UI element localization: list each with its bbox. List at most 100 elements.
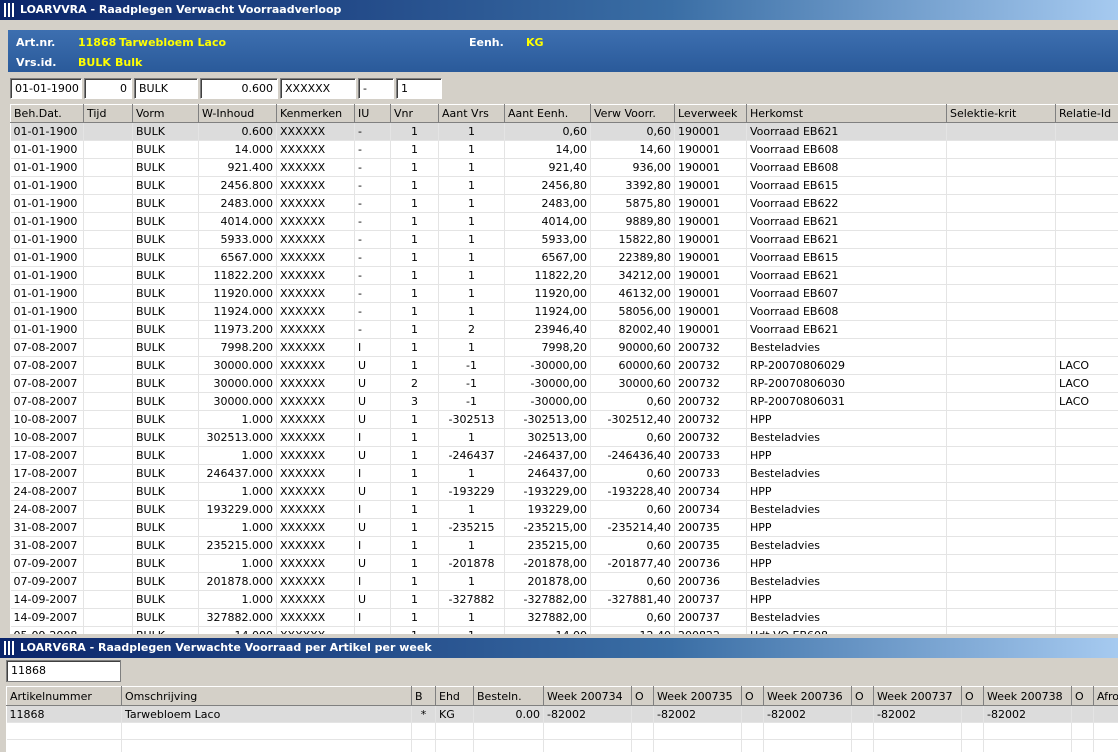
col-relatie-id-header[interactable]: Relatie-Id	[1055, 104, 1118, 123]
col-vorm-cell: BULK	[132, 518, 199, 537]
table-row[interactable]: 01-01-1900 BULK 11924.000 XXXXXX -1 1 11924,00…	[10, 302, 1118, 321]
article-number-input[interactable]: 11868	[6, 660, 121, 682]
col-relatie-id-cell	[1055, 464, 1118, 483]
table-row[interactable]: 01-01-1900 BULK 11920.000 XXXXXX -1 1 11920,00…	[10, 284, 1118, 303]
col-herkomst-cell: Voorraad EB608	[746, 302, 947, 321]
stock-forecast-grid[interactable]: Beh.Dat. Tijd Vorm W-Inhoud Kenmerken IU Vnr Aa…	[10, 104, 1118, 634]
col-b-cell: *	[411, 705, 436, 723]
col-aant-eenh-cell: -201878,00	[504, 554, 591, 573]
col-relatie-id-cell: LACO	[1055, 356, 1118, 375]
col-selektie-krit-header[interactable]: Selektie-krit	[946, 104, 1056, 123]
col-week-200734-header[interactable]: Week 200734	[543, 686, 632, 706]
col-tijd-cell	[83, 464, 133, 483]
col-leverweek-header[interactable]: Leverweek	[674, 104, 747, 123]
table-row[interactable]: 01-01-1900 BULK 11973.200 XXXXXX -1 2 23946,40…	[10, 320, 1118, 339]
table-row[interactable]: 10-08-2007 BULK 302513.000 XXXXXX I 1 1 302513,…	[10, 428, 1118, 447]
col-o-3-header[interactable]: O	[851, 686, 874, 706]
col-beh-dat-header[interactable]: Beh.Dat.	[10, 104, 84, 123]
table-row[interactable]: 11868 Tarwebloem Laco * KG 0.00 -82002 -82002-…	[6, 705, 1118, 723]
window-title-bar[interactable]: LOARVVRA - Raadplegen Verwacht Voorraadv…	[0, 0, 1118, 20]
window2-title-bar[interactable]: LOARV6RA - Raadplegen Verwachte Voorraad…	[0, 638, 1118, 658]
col-vnr-cell: 1	[390, 248, 439, 267]
col-kenmerken-cell: XXXXXX	[276, 446, 355, 465]
col-week-200735-header[interactable]: Week 200735	[653, 686, 742, 706]
col-artikelnummer-header[interactable]: Artikelnummer	[6, 686, 122, 706]
table-row[interactable]: 07-08-2007 BULK 30000.000 XXXXXX U 3 -1 -30000,…	[10, 392, 1118, 411]
table-row[interactable]: 07-08-2007 BULK 30000.000 XXXXXX U 1 -1 -30000,…	[10, 356, 1118, 375]
col-week-200737-header[interactable]: Week 200737	[873, 686, 962, 706]
filter-time-field[interactable]: 0	[84, 78, 132, 99]
col-aant-vrs-header[interactable]: Aant Vrs	[438, 104, 505, 123]
col-aant-eenh-cell: 14,00	[504, 626, 591, 634]
table-row[interactable]: 01-01-1900 BULK 14.000 XXXXXX -1 1 14,00 14,60 1…	[10, 140, 1118, 159]
col-o-1-header[interactable]: O	[631, 686, 654, 706]
table-row[interactable]: 01-01-1900 BULK 0.600 XXXXXX -1 1 0,60 0,60 1900…	[10, 122, 1118, 141]
col-relatie-id-cell	[1055, 590, 1118, 609]
col-aant-eenh-header[interactable]: Aant Eenh.	[504, 104, 591, 123]
col-besteln-header[interactable]: Besteln.	[473, 686, 544, 706]
col-kenmerken-cell: XXXXXX	[276, 608, 355, 627]
table-row[interactable]: 31-08-2007 BULK 1.000 XXXXXX U 1 -235215 -23521…	[10, 518, 1118, 537]
table-row[interactable]: 01-01-1900 BULK 921.400 XXXXXX -1 1 921,40 936,…	[10, 158, 1118, 177]
table-row[interactable]: 14-09-2007 BULK 327882.000 XXXXXX I 1 1 327882,…	[10, 608, 1118, 627]
col-b-header[interactable]: B	[411, 686, 436, 706]
table-row[interactable]: 17-08-2007 BULK 1.000 XXXXXX U 1 -246437 -24643…	[10, 446, 1118, 465]
table-row[interactable]: 24-08-2007 BULK 193229.000 XXXXXX I 1 1 193229,…	[10, 500, 1118, 519]
table-row[interactable]: 01-01-1900 BULK 11822.200 XXXXXX -1 1 11822,20…	[10, 266, 1118, 285]
table-row[interactable]: 17-08-2007 BULK 246437.000 XXXXXX I 1 1 246437,…	[10, 464, 1118, 483]
col-vnr-cell: 1	[390, 428, 439, 447]
col-beh-dat-cell: 07-08-2007	[10, 356, 84, 375]
table-row[interactable]: 07-09-2007 BULK 1.000 XXXXXX U 1 -201878 -20187…	[10, 554, 1118, 573]
col-kenmerken-cell: XXXXXX	[276, 464, 355, 483]
table-row[interactable]: 14-09-2007 BULK 1.000 XXXXXX U 1 -327882 -32788…	[10, 590, 1118, 609]
table-row[interactable]: 01-01-1900 BULK 2483.000 XXXXXX -1 1 2483,00 58…	[10, 194, 1118, 213]
col-leverweek-cell: 190001	[674, 176, 747, 195]
col-vorm-header[interactable]: Vorm	[132, 104, 199, 123]
col-relatie-id-cell	[1055, 338, 1118, 357]
col-omschrijving-header[interactable]: Omschrijving	[121, 686, 412, 706]
table-row[interactable]: 01-01-1900 BULK 2456.800 XXXXXX -1 1 2456,80 33…	[10, 176, 1118, 195]
table-row[interactable]: 05-09-2008BULK14.000XXXXXX-1114,0012,402…	[10, 626, 1118, 634]
col-week-200736-header[interactable]: Week 200736	[763, 686, 852, 706]
col-vnr-cell: 1	[390, 356, 439, 375]
table-row[interactable]: 01-01-1900 BULK 4014.000 XXXXXX -1 1 4014,00 98…	[10, 212, 1118, 231]
col-beh-dat-cell: 07-08-2007	[10, 374, 84, 393]
col-herkomst-cell: Voorraad EB621	[746, 122, 947, 141]
table-row[interactable]: 10-08-2007 BULK 1.000 XXXXXX U 1 -302513 -30251…	[10, 410, 1118, 429]
col-kenmerken-cell: XXXXXX	[276, 482, 355, 501]
table-row[interactable]: 07-08-2007 BULK 7998.200 XXXXXX I 1 1 7998,20 90…	[10, 338, 1118, 357]
filter-vorm-field[interactable]: BULK	[134, 78, 198, 99]
col-relatie-id-cell	[1055, 230, 1118, 249]
col-verw-voorr-header[interactable]: Verw Voorr.	[590, 104, 675, 123]
col-w-inhoud-header[interactable]: W-Inhoud	[198, 104, 277, 123]
col-selektie-krit-cell	[946, 554, 1056, 573]
filter-kenmerken-field[interactable]: XXXXXX	[280, 78, 356, 99]
col-ehd-header[interactable]: Ehd	[435, 686, 474, 706]
table-row[interactable]: 01-01-1900 BULK 5933.000 XXXXXX -1 1 5933,00 15…	[10, 230, 1118, 249]
table-row[interactable]: 07-08-2007 BULK 30000.000 XXXXXX U 2 -1 -30000,…	[10, 374, 1118, 393]
table-row[interactable]: 01-01-1900 BULK 6567.000 XXXXXX -1 1 6567,00 22…	[10, 248, 1118, 267]
col-week-200738-header[interactable]: Week 200738	[983, 686, 1072, 706]
filter-date-field[interactable]: 01-01-1900	[10, 78, 82, 99]
weekly-stock-grid[interactable]: Artikelnummer Omschrijving B Ehd Besteln. Wee…	[6, 686, 1118, 752]
table-row[interactable]: 24-08-2007 BULK 1.000 XXXXXX U 1 -193229 -19322…	[10, 482, 1118, 501]
filter-winhoud-field[interactable]: 0.600	[200, 78, 278, 99]
col-o-2-header[interactable]: O	[741, 686, 764, 706]
table-row[interactable]: 07-09-2007 BULK 201878.000 XXXXXX I 1 1 201878,…	[10, 572, 1118, 591]
col-w-inhoud-cell: 5933.000	[198, 230, 277, 249]
col-iu-header[interactable]: IU	[354, 104, 391, 123]
col-kenmerken-header[interactable]: Kenmerken	[276, 104, 355, 123]
col-o-5-header[interactable]: O	[1071, 686, 1094, 706]
col-verw-voorr-cell: 30000,60	[590, 374, 675, 393]
col-afroep-header[interactable]: Afroep	[1093, 686, 1118, 706]
col-vnr-header[interactable]: Vnr	[390, 104, 439, 123]
filter-iu-field[interactable]: -	[358, 78, 394, 99]
filter-vnr-field[interactable]: 1	[396, 78, 442, 99]
table-row[interactable]: 31-08-2007 BULK 235215.000 XXXXXX I 1 1 235215,…	[10, 536, 1118, 555]
col-o-4-header[interactable]: O	[961, 686, 984, 706]
col-w-inhoud-cell: 193229.000	[198, 500, 277, 519]
col-tijd-header[interactable]: Tijd	[83, 104, 133, 123]
col-vnr-cell: 1	[390, 284, 439, 303]
col-selektie-krit-cell	[946, 590, 1056, 609]
col-herkomst-header[interactable]: Herkomst	[746, 104, 947, 123]
